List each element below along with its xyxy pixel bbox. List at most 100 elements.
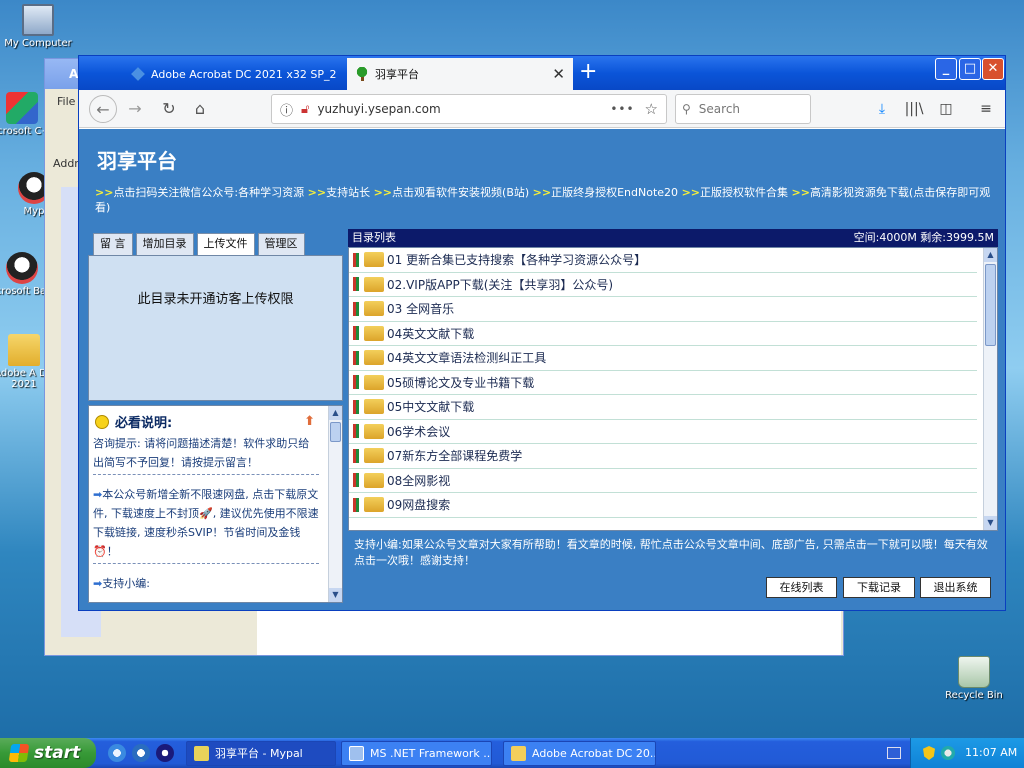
folder-icon <box>364 252 384 268</box>
directory-name[interactable]: 04英文文章语法检测纠正工具 <box>387 349 546 366</box>
notice-link[interactable]: 正版终身授权EndNote20 <box>551 186 678 199</box>
minimize-button[interactable]: _ <box>935 58 957 80</box>
directory-scroll-thumb[interactable] <box>985 264 996 346</box>
notes-scrollbar[interactable]: ▲ ▼ <box>328 406 342 602</box>
address-bar[interactable]: ⓘ 🔓︎ yuzhuyi.ysepan.com ••• ☆ <box>271 94 667 124</box>
browser-titlebar[interactable]: Adobe Acrobat DC 2021 x32 SP_2 羽享平台 ✕ + … <box>79 56 1005 90</box>
tab-acrobat[interactable]: Adobe Acrobat DC 2021 x32 SP_2 <box>123 58 345 90</box>
sidebar-icon[interactable]: ◫ <box>935 98 957 120</box>
exit-button[interactable]: 退出系统 <box>920 577 991 598</box>
directory-row[interactable]: 09网盘搜索 <box>349 493 977 518</box>
notice-link[interactable]: 支持站长 <box>326 186 370 199</box>
close-tab-icon[interactable]: ✕ <box>552 65 565 83</box>
new-flag-icon <box>353 424 359 439</box>
system-tray: 11:07 AM <box>910 738 1024 768</box>
user-upload-icon[interactable]: ⬆︎ <box>304 414 315 429</box>
tab-admin[interactable]: 管理区 <box>257 233 305 255</box>
directory-row[interactable]: 05硕博论文及专业书籍下载 <box>349 371 977 395</box>
desktop-icon-recycle-bin[interactable]: Recycle Bin <box>936 656 1012 701</box>
forward-button[interactable]: → <box>121 95 149 123</box>
media-quicklaunch-icon[interactable] <box>156 744 174 762</box>
keyboard-icon[interactable] <box>887 747 901 759</box>
directory-row[interactable]: 04英文文献下载 <box>349 322 977 346</box>
page-actions-icon[interactable]: ••• <box>610 102 634 116</box>
task-label: Adobe Acrobat DC 20... <box>532 747 656 760</box>
scroll-up-icon[interactable]: ▲ <box>329 406 342 420</box>
new-tab-button[interactable]: + <box>579 59 597 85</box>
directory-header-title: 目录列表 <box>352 231 396 244</box>
back-button[interactable]: ← <box>89 95 117 123</box>
clock[interactable]: 11:07 AM <box>965 738 1017 768</box>
notice-link[interactable]: 正版授权软件合集 <box>700 186 788 199</box>
tab-add-directory[interactable]: 增加目录 <box>135 233 194 255</box>
security-shield-icon[interactable] <box>923 746 935 760</box>
desktop-icon-label: My Computer <box>4 38 72 49</box>
directory-row[interactable]: 06学术会议 <box>349 420 977 444</box>
download-log-button[interactable]: 下载记录 <box>843 577 915 598</box>
scroll-up-icon[interactable]: ▲ <box>984 248 997 262</box>
directory-name[interactable]: 03 全网音乐 <box>387 300 454 317</box>
directory-row[interactable]: 01 更新合集已支持搜索【各种学习资源公众号】 <box>349 248 977 273</box>
maximize-button[interactable]: □ <box>959 58 981 80</box>
download-icon[interactable]: ⤓ <box>871 98 893 120</box>
taskbar-item-dotnet[interactable]: MS .NET Framework ... <box>341 741 492 766</box>
url-text[interactable]: yuzhuyi.ysepan.com <box>317 102 440 116</box>
network-icon[interactable] <box>941 746 955 760</box>
bookmark-star-icon[interactable]: ☆ <box>645 100 658 118</box>
directory-rows: 01 更新合集已支持搜索【各种学习资源公众号】 02.VIP版APP下载(关注【共… <box>349 248 983 518</box>
directory-row[interactable]: 08全网影视 <box>349 469 977 493</box>
note-text: 支持小编: <box>102 577 150 590</box>
directory-name[interactable]: 06学术会议 <box>387 423 450 440</box>
directory-name[interactable]: 09网盘搜索 <box>387 496 450 513</box>
directory-name[interactable]: 01 更新合集已支持搜索【各种学习资源公众号】 <box>387 251 646 268</box>
tab-yuxiang[interactable]: 羽享平台 ✕ <box>347 58 573 90</box>
start-button[interactable]: start <box>0 738 96 768</box>
browser-quicklaunch-icon[interactable] <box>132 744 150 762</box>
notes-body: 咨询提示: 请将问题描述清楚！软件求助只给出简写不予回复！请按提示留言！ ➡︎本… <box>93 434 319 602</box>
note-paragraph: ➡︎本公众号新增全新不限速网盘, 点击下载原文件, 下载速度上不封顶🚀, 建议优… <box>93 485 319 564</box>
tab-message[interactable]: 留 言 <box>93 233 133 255</box>
notes-scroll-thumb[interactable] <box>330 422 341 442</box>
site-title: 羽享平台 <box>97 149 177 173</box>
upload-permission-message: 此目录未开通访客上传权限 <box>137 292 294 307</box>
note-paragraph: ➡︎支持小编: <box>93 574 319 595</box>
directory-row[interactable]: 02.VIP版APP下载(关注【共享羽】公众号) <box>349 273 977 297</box>
browser-window[interactable]: Adobe Acrobat DC 2021 x32 SP_2 羽享平台 ✕ + … <box>78 55 1006 611</box>
tab-title: 羽享平台 <box>375 68 419 81</box>
directory-name[interactable]: 08全网影视 <box>387 472 450 489</box>
insecure-lock-icon[interactable]: 🔓︎ <box>301 102 309 117</box>
scroll-down-icon[interactable]: ▼ <box>329 588 342 602</box>
online-list-button[interactable]: 在线列表 <box>766 577 837 598</box>
directory-row[interactable]: 07新东方全部课程免费学 <box>349 444 977 469</box>
search-box[interactable]: ⚲ Search <box>675 94 811 124</box>
desktop-icon-my-computer[interactable]: My Computer <box>0 4 76 49</box>
task-label: MS .NET Framework ... <box>370 747 492 760</box>
scroll-down-icon[interactable]: ▼ <box>984 516 997 530</box>
info-icon[interactable]: ⓘ <box>280 100 293 119</box>
directory-row[interactable]: 05中文文献下载 <box>349 395 977 420</box>
taskbar-item-acrobat[interactable]: Adobe Acrobat DC 20... <box>503 741 656 766</box>
directory-name[interactable]: 05中文文献下载 <box>387 398 474 415</box>
library-icon[interactable]: |||\ <box>903 98 925 120</box>
directory-name[interactable]: 05硕博论文及专业书籍下载 <box>387 374 534 391</box>
tab-upload-file[interactable]: 上传文件 <box>196 233 255 255</box>
search-placeholder: Search <box>698 102 741 116</box>
taskbar-item-mypal[interactable]: 羽享平台 - Mypal <box>186 741 336 766</box>
directory-name[interactable]: 02.VIP版APP下载(关注【共享羽】公众号) <box>387 276 613 293</box>
notice-link[interactable]: 点击扫码关注微信公众号:各种学习资源 <box>113 186 304 199</box>
background-menu-file[interactable]: File <box>57 95 75 108</box>
notice-link[interactable]: 点击观看软件安装视频(B站) <box>392 186 529 199</box>
menu-icon[interactable]: ≡ <box>975 98 997 120</box>
ie-quicklaunch-icon[interactable] <box>108 744 126 762</box>
directory-row[interactable]: 03 全网音乐 <box>349 297 977 322</box>
close-window-button[interactable]: ✕ <box>982 58 1004 80</box>
directory-scrollbar[interactable]: ▲ ▼ <box>983 248 997 530</box>
note-text[interactable]: 本公众号新增全新不限速网盘, 点击下载原文件, 下载速度上不封顶🚀, 建议优先使… <box>93 488 319 558</box>
home-button[interactable]: ⌂ <box>186 95 214 123</box>
directory-name[interactable]: 04英文文献下载 <box>387 325 474 342</box>
reload-button[interactable]: ↻ <box>155 95 183 123</box>
directory-row[interactable]: 04英文文章语法检测纠正工具 <box>349 346 977 371</box>
new-flag-icon <box>353 252 359 267</box>
new-flag-icon <box>353 497 359 512</box>
directory-name[interactable]: 07新东方全部课程免费学 <box>387 447 522 464</box>
